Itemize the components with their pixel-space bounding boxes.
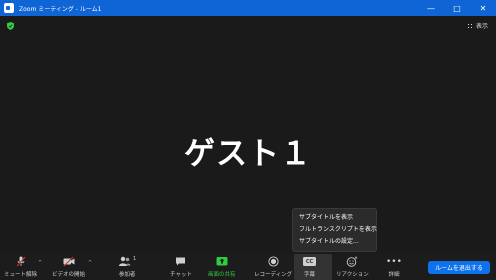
participants-label: 参加者 <box>118 272 136 278</box>
start-video-label: ビデオの開始 <box>52 272 86 278</box>
menu-item-show-subtitles[interactable]: サブタイトルを表示 <box>293 212 376 224</box>
title-bar: Zoom ミーティング - ルーム1 — □ ✕ <box>0 0 496 16</box>
menu-item-subtitle-settings[interactable]: サブタイトルの設定... <box>293 236 376 248</box>
cc-badge-text: CC <box>305 258 314 265</box>
participants-count: 1 <box>133 256 137 262</box>
view-button[interactable]: 表示 <box>466 21 488 30</box>
audio-options-caret-icon[interactable]: ^ <box>38 260 42 266</box>
menu-item-full-transcript[interactable]: フルトランスクリプトを表示 <box>293 224 377 236</box>
view-label: 表示 <box>475 23 488 30</box>
unmute-label: ミュート解除 <box>4 272 38 278</box>
reactions-label: リアクション <box>336 272 369 278</box>
video-off-icon <box>63 256 74 267</box>
minimize-button[interactable]: — <box>418 0 444 16</box>
participant-name: ゲスト１ <box>184 136 312 172</box>
window-title: Zoom ミーティング - ルーム1 <box>19 5 102 13</box>
zoom-app-icon <box>4 3 14 13</box>
record-label: レコーディング <box>254 272 293 278</box>
unmute-button[interactable]: ミュート解除 <box>4 256 37 278</box>
security-shield-icon[interactable] <box>7 22 14 30</box>
share-screen-label: 画面の共有 <box>208 272 236 278</box>
record-button[interactable]: レコーディング <box>254 256 292 278</box>
closed-caption-button[interactable]: CC 字幕 <box>303 256 316 278</box>
close-button[interactable]: ✕ <box>470 0 496 16</box>
meeting-view: 表示 ゲスト１ <box>0 16 496 254</box>
leave-room-button[interactable]: ルームを退出する <box>428 261 490 274</box>
meeting-toolbar: ミュート解除 ^ ビデオの開始 ^ 1 参加者 チャット 画面の共有 レコーディ… <box>0 254 496 280</box>
chat-button[interactable]: チャット <box>170 256 192 278</box>
share-screen-icon <box>216 257 228 266</box>
reactions-button[interactable]: リアクション <box>336 256 369 278</box>
more-dots-icon: ••• <box>386 256 402 267</box>
grid-view-icon <box>466 22 473 29</box>
share-screen-button[interactable]: 画面の共有 <box>208 256 236 278</box>
reaction-smiley-icon <box>347 256 358 267</box>
chat-label: チャット <box>170 272 192 278</box>
video-options-caret-icon[interactable]: ^ <box>88 260 92 266</box>
maximize-button[interactable]: □ <box>444 0 470 16</box>
window-controls: — □ ✕ <box>418 0 496 16</box>
more-label: 詳細 <box>388 272 400 278</box>
closed-caption-icon: CC <box>303 257 316 266</box>
closed-caption-label: 字幕 <box>303 272 315 278</box>
participants-icon <box>119 256 131 266</box>
chat-icon <box>176 257 186 266</box>
captions-menu: サブタイトルを表示 フルトランスクリプトを表示 サブタイトルの設定... <box>292 208 377 252</box>
more-button[interactable]: ••• 詳細 <box>386 256 402 278</box>
start-video-button[interactable]: ビデオの開始 <box>52 256 85 278</box>
record-icon <box>268 256 279 267</box>
participants-button[interactable]: 1 参加者 <box>118 256 136 278</box>
microphone-muted-icon <box>16 256 25 267</box>
